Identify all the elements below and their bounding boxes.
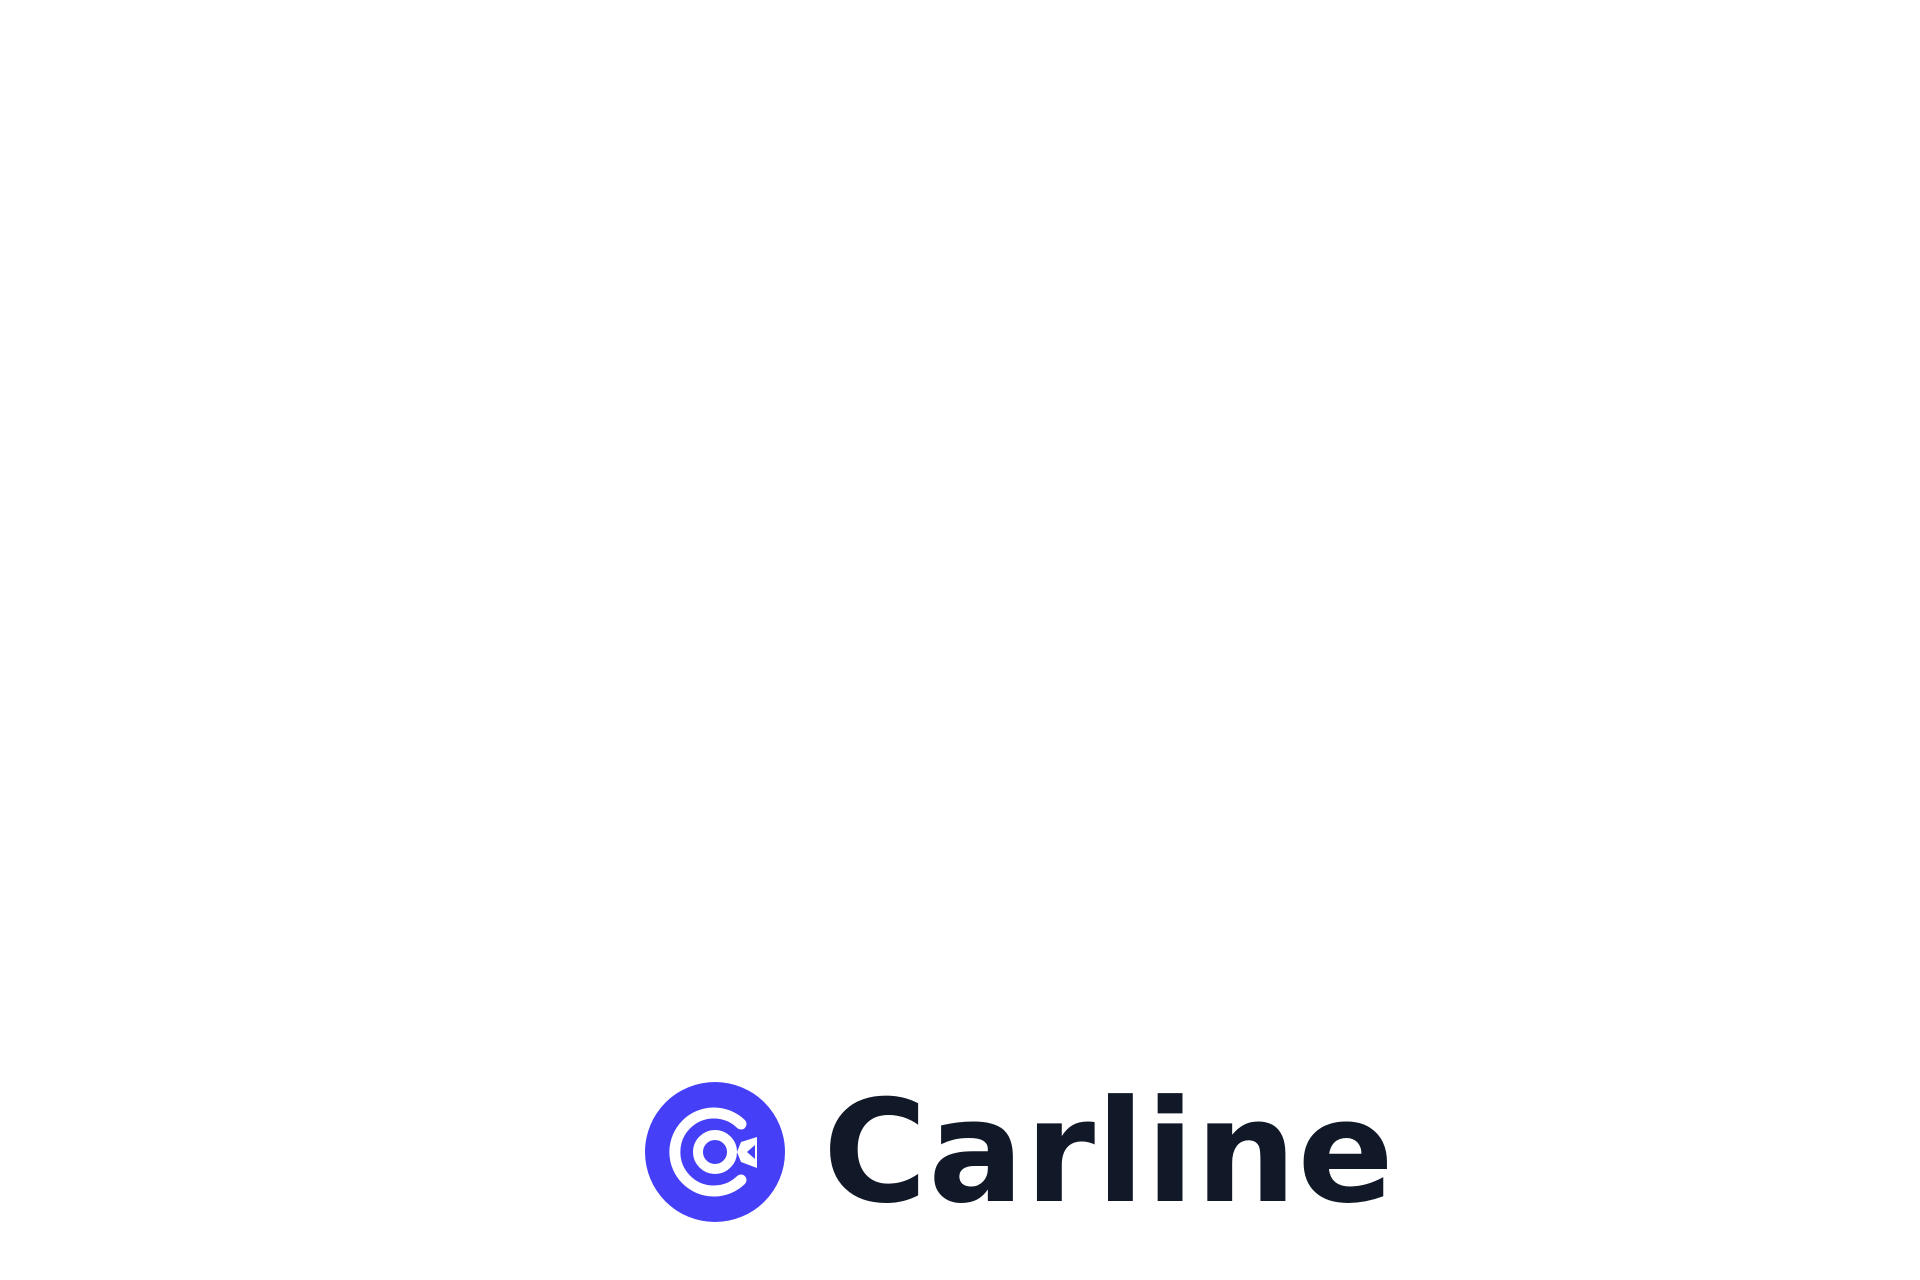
brand-lockup: Carline bbox=[645, 1070, 1395, 1235]
brand-name: Carline bbox=[823, 1070, 1395, 1235]
splash-screen: Carline bbox=[0, 0, 1920, 1280]
carline-logo-icon bbox=[645, 1082, 785, 1222]
